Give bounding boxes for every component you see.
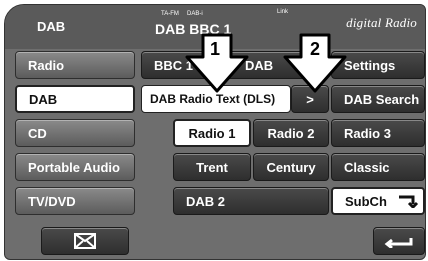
source-dab[interactable]: DAB [15,85,135,113]
source-cd[interactable]: CD [15,119,135,147]
display-frame: DAB TA-FM DAB-i Link DAB BBC 1 digital R… [4,4,426,260]
dab-search-button[interactable]: DAB Search [331,85,425,113]
envelope-icon [74,233,96,249]
dab-2-button[interactable]: DAB 2 [173,187,329,215]
message-button[interactable] [41,227,129,255]
bbc-strip: BBC 1 DAB [141,51,329,79]
back-button[interactable] [373,227,425,255]
dls-button[interactable]: DAB Radio Text (DLS) [141,85,291,113]
dabi-indicator: DAB-i [187,11,203,17]
dab-screen: DAB TA-FM DAB-i Link DAB BBC 1 digital R… [0,0,428,261]
source-tv-dvd[interactable]: TV/DVD [15,187,135,215]
preset-radio-2[interactable]: Radio 2 [253,119,329,147]
dab-strip-label: DAB [245,57,274,73]
source-portable-audio[interactable]: Portable Audio [15,153,135,181]
source-radio[interactable]: Radio [15,51,135,79]
next-button[interactable]: > [291,85,329,113]
preset-radio-1[interactable]: Radio 1 [173,119,251,147]
bbc-label: BBC 1 [154,57,194,73]
preset-century[interactable]: Century [253,153,329,181]
subch-button[interactable]: SubCh [331,187,425,215]
callout-1-number: 1 [210,39,221,59]
link-indicator: Link [277,9,289,15]
ta-fm-indicator: TA-FM [161,11,179,17]
digital-radio-logo: digital Radio [346,15,417,30]
settings-button[interactable]: Settings [331,51,425,79]
return-arrow-icon [397,194,419,210]
station-line: DAB BBC 1 [155,21,232,37]
header-title: DAB [37,19,66,34]
callout-2-number: 2 [310,39,321,59]
preset-trent[interactable]: Trent [173,153,251,181]
preset-radio-3[interactable]: Radio 3 [331,119,425,147]
subch-label: SubCh [345,193,387,209]
preset-classic[interactable]: Classic [331,153,425,181]
back-arrow-icon [384,234,414,250]
